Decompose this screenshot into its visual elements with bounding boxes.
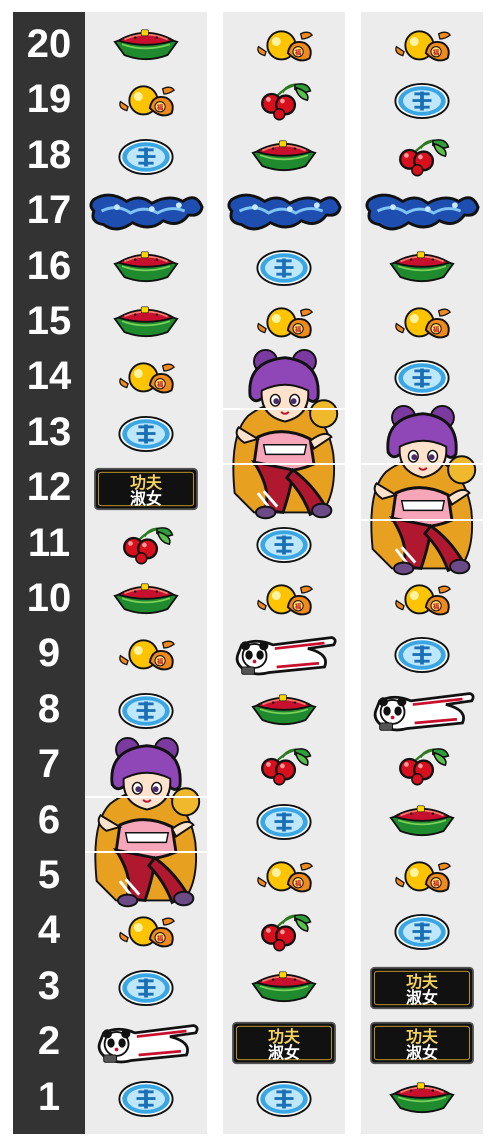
kung-fu-girl-symbol: [363, 404, 481, 576]
reel-left: [85, 12, 207, 1134]
svg-text:福: 福: [156, 103, 164, 112]
reel-strip-chart: 20 19 18 17 16 15 14 13 12 11 10 9 8 7 6 5 4 3 2 1 福福功夫 淑女福福福…: [0, 0, 500, 1145]
cherry-symbol: [256, 912, 312, 952]
row-number: 11: [27, 520, 71, 565]
blue-dragon-symbol: [364, 189, 480, 235]
watermelon-symbol: [110, 582, 182, 618]
row-number: 17: [26, 188, 72, 233]
svg-text:淑女: 淑女: [268, 1043, 300, 1062]
reel-cell-divider: [361, 518, 483, 521]
reel-cell-divider: [85, 795, 207, 798]
kung-fu-lady-logo-symbol: 功夫 淑女: [89, 467, 203, 511]
orange-symbol: 福: [390, 27, 454, 65]
row-number: 1: [37, 1074, 61, 1119]
row-number: 12: [26, 465, 72, 510]
cherry-symbol: [256, 746, 312, 786]
watermelon-symbol: [386, 250, 458, 286]
svg-text:淑女: 淑女: [130, 489, 162, 508]
panda-bar-symbol: [89, 1020, 203, 1066]
row-number: 20: [26, 22, 72, 66]
replay-medallion-symbol: [117, 692, 175, 730]
svg-text:淑女: 淑女: [406, 1043, 438, 1062]
row-number: 15: [26, 299, 72, 343]
replay-medallion-symbol: [393, 636, 451, 674]
orange-symbol: 福: [252, 581, 316, 619]
replay-medallion-symbol: [255, 1080, 313, 1118]
row-number: 3: [37, 963, 61, 1008]
svg-text:福: 福: [432, 601, 440, 610]
replay-medallion-symbol: [255, 249, 313, 287]
orange-symbol: 福: [390, 581, 454, 619]
reel-cell-divider: [361, 463, 483, 466]
replay-medallion-symbol: [117, 969, 175, 1007]
svg-text:福: 福: [432, 324, 440, 333]
watermelon-symbol: [386, 1081, 458, 1117]
cherry-symbol: [394, 746, 450, 786]
row-number: 19: [26, 77, 72, 122]
replay-medallion-symbol: [255, 803, 313, 841]
row-number: 6: [37, 797, 61, 842]
watermelon-symbol: [248, 139, 320, 175]
svg-text:福: 福: [294, 601, 302, 610]
orange-symbol: 福: [252, 27, 316, 65]
reel-center: [223, 12, 345, 1134]
replay-medallion-symbol: [117, 138, 175, 176]
orange-symbol: 福: [390, 304, 454, 342]
watermelon-symbol: [386, 804, 458, 840]
reel-cell-divider: [223, 463, 345, 466]
svg-text:福: 福: [294, 47, 302, 56]
row-number: 18: [26, 132, 72, 177]
blue-dragon-symbol: [226, 189, 342, 235]
kung-fu-girl-symbol: [225, 348, 343, 520]
watermelon-symbol: [110, 305, 182, 341]
watermelon-symbol: [110, 28, 182, 64]
panda-bar-symbol: [365, 688, 479, 734]
svg-text:福: 福: [156, 380, 164, 389]
kung-fu-girl-symbol: [87, 736, 205, 908]
svg-text:淑女: 淑女: [406, 988, 438, 1007]
row-number: 16: [26, 243, 72, 288]
cherry-symbol: [256, 81, 312, 121]
reel-cell-divider: [223, 407, 345, 410]
watermelon-symbol: [248, 970, 320, 1006]
row-number: 9: [37, 631, 61, 676]
replay-medallion-symbol: [255, 526, 313, 564]
row-number: 2: [37, 1019, 61, 1064]
reel-cell-divider: [85, 851, 207, 853]
svg-text:福: 福: [432, 878, 440, 887]
watermelon-symbol: [110, 250, 182, 286]
row-number: 5: [37, 853, 61, 897]
row-number: 4: [37, 908, 61, 953]
row-number: 13: [26, 409, 72, 454]
svg-text:福: 福: [294, 324, 302, 333]
replay-medallion-symbol: [117, 415, 175, 453]
svg-text:福: 福: [156, 934, 164, 943]
kung-fu-lady-logo-symbol: 功夫 淑女: [365, 966, 479, 1010]
panda-bar-symbol: [227, 632, 341, 678]
kung-fu-lady-logo-symbol: 功夫 淑女: [365, 1021, 479, 1065]
row-number: 8: [37, 686, 61, 731]
orange-symbol: 福: [114, 82, 178, 120]
replay-medallion-symbol: [393, 359, 451, 397]
replay-medallion-symbol: [117, 1080, 175, 1118]
kung-fu-lady-logo-symbol: 功夫 淑女: [227, 1021, 341, 1065]
svg-text:福: 福: [432, 47, 440, 56]
orange-symbol: 福: [390, 858, 454, 896]
watermelon-symbol: [248, 693, 320, 729]
orange-symbol: 福: [252, 858, 316, 896]
blue-dragon-symbol: [88, 189, 204, 235]
orange-symbol: 福: [114, 636, 178, 674]
orange-symbol: 福: [114, 359, 178, 397]
replay-medallion-symbol: [393, 913, 451, 951]
orange-symbol: 福: [114, 913, 178, 951]
svg-text:福: 福: [294, 878, 302, 887]
cherry-symbol: [118, 525, 174, 565]
row-number: 14: [26, 354, 72, 399]
replay-medallion-symbol: [393, 82, 451, 120]
orange-symbol: 福: [252, 304, 316, 342]
row-number: 10: [26, 576, 72, 620]
row-number: 7: [37, 742, 61, 787]
cherry-symbol: [394, 137, 450, 177]
svg-text:福: 福: [156, 657, 164, 666]
